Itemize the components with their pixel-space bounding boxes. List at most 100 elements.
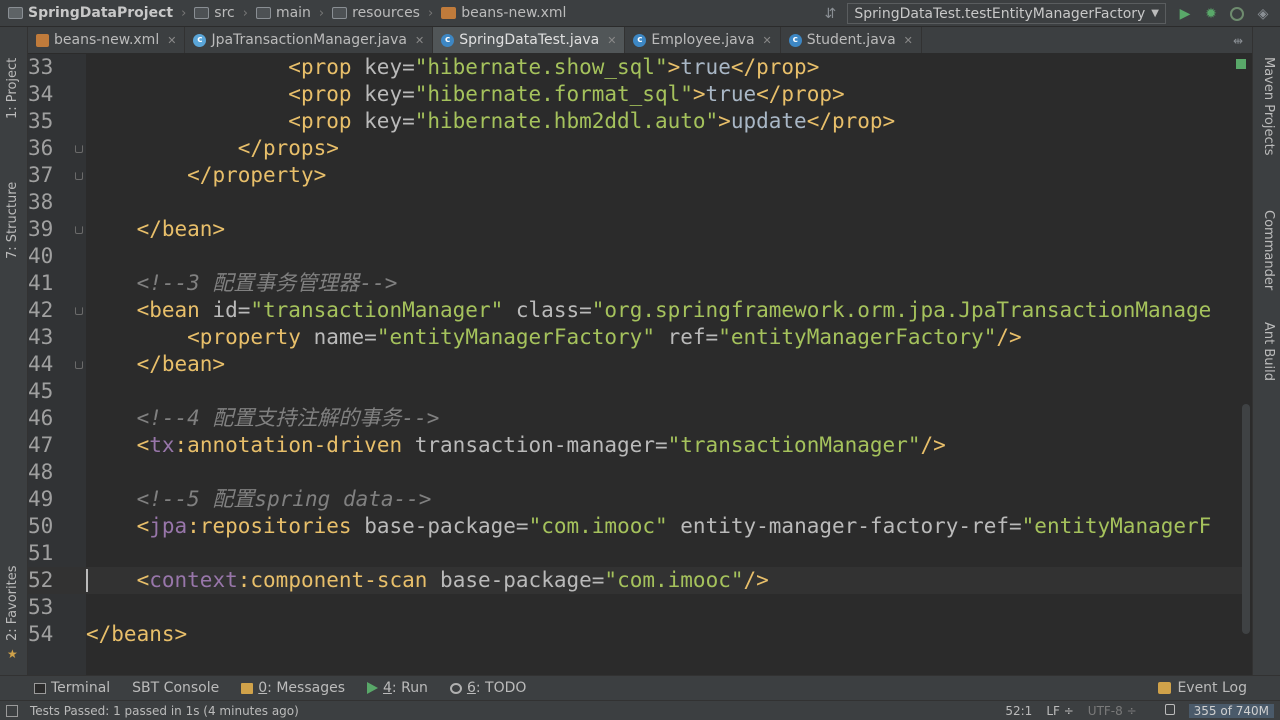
breadcrumb-main[interactable]: main › [248, 5, 324, 21]
code-line[interactable]: 49 <!--5 配置spring data--> [28, 486, 1242, 513]
code-token: base-package= [440, 568, 605, 592]
close-icon[interactable]: ✕ [904, 34, 913, 47]
encoding-select[interactable]: UTF-8 ÷ [1088, 704, 1137, 718]
breadcrumb-resources[interactable]: resources › [324, 5, 433, 21]
run-tool-button[interactable]: 4: Run [367, 680, 428, 696]
tab-jpa-transaction-manager[interactable]: c JpaTransactionManager.java ✕ [185, 27, 434, 53]
line-number: 44 [28, 352, 54, 376]
tool-windows-toggle-icon[interactable] [6, 704, 18, 717]
fold-marker-icon[interactable] [75, 361, 83, 369]
todo-icon [449, 682, 462, 694]
code-line[interactable]: 51 [28, 540, 1242, 567]
tab-student[interactable]: c Student.java ✕ [781, 27, 922, 53]
favorites-tool-button[interactable]: 2: Favorites [5, 565, 20, 641]
java-class-icon: c [441, 33, 455, 47]
fold-marker-icon[interactable] [75, 172, 83, 180]
build-icon[interactable]: ⇵ [821, 5, 839, 23]
code-line[interactable]: 38 [28, 189, 1242, 216]
todo-label: : TODO [475, 680, 527, 696]
code-token: > [692, 82, 706, 106]
line-number: 40 [28, 244, 54, 268]
structure-tool-button[interactable]: 7: Structure [5, 182, 20, 259]
code-line[interactable]: 43 <property name="entityManagerFactory"… [28, 324, 1242, 351]
code-line[interactable]: 46 <!--4 配置支持注解的事务--> [28, 405, 1242, 432]
code-line[interactable]: 39 </bean> [28, 216, 1242, 243]
code-line[interactable]: 45 [28, 378, 1242, 405]
run-configuration-select[interactable]: SpringDataTest.testEntityManagerFactory … [847, 3, 1166, 24]
commander-tool-button[interactable]: Commander [1261, 210, 1276, 290]
ant-build-tool-button[interactable]: Ant Build [1261, 322, 1276, 381]
editor-tabs: beans-new.xml ✕ c JpaTransactionManager.… [28, 27, 1252, 54]
code-line[interactable]: 33 <prop key="hibernate.show_sql">true</… [28, 54, 1242, 81]
event-log-tool-button[interactable]: Event Log [1158, 680, 1247, 696]
terminal-icon [34, 682, 46, 694]
code-token: :annotation-driven [174, 433, 415, 457]
code-line[interactable]: 53 [28, 594, 1242, 621]
editor-scrollbar[interactable] [1242, 404, 1250, 634]
memory-indicator[interactable]: 355 of 740M [1188, 704, 1274, 718]
code-line[interactable]: 41 <!--3 配置事务管理器--> [28, 270, 1242, 297]
debug-icon[interactable]: ✹ [1202, 5, 1220, 23]
code-line[interactable]: 37 </property> [28, 162, 1242, 189]
tab-springdatatest[interactable]: c SpringDataTest.java ✕ [433, 27, 626, 53]
lock-icon[interactable] [1151, 704, 1175, 718]
code-line[interactable]: 40 [28, 243, 1242, 270]
messages-tool-button[interactable]: 0: Messages [241, 680, 345, 696]
fold-marker-icon[interactable] [75, 307, 83, 315]
code-line[interactable]: 48 [28, 459, 1242, 486]
breadcrumb-file[interactable]: beans-new.xml [433, 5, 566, 21]
messages-icon [241, 682, 254, 694]
line-number: 54 [28, 622, 54, 646]
close-icon[interactable]: ✕ [167, 34, 176, 47]
status-message[interactable]: Tests Passed: 1 passed in 1s (4 minutes … [30, 704, 299, 718]
breadcrumb-project[interactable]: SpringDataProject › [0, 5, 186, 21]
code-token: "entityManagerFactory" [718, 325, 997, 349]
todo-tool-button[interactable]: 6: TODO [449, 680, 527, 696]
code-text: <property name="entityManagerFactory" re… [86, 324, 1021, 351]
code-line[interactable]: 52 <context:component-scan base-package=… [28, 567, 1242, 594]
code-line[interactable]: 50 <jpa:repositories base-package="com.i… [28, 513, 1242, 540]
split-tabs-icon[interactable]: ⇹ [1224, 27, 1252, 54]
code-line[interactable]: 44 </bean> [28, 351, 1242, 378]
code-token: id= [212, 298, 251, 322]
sbt-console-tool-button[interactable]: SBT Console [132, 680, 219, 696]
tab-beans-new-xml[interactable]: beans-new.xml ✕ [28, 27, 186, 53]
coverage-icon[interactable] [1228, 5, 1246, 23]
code-line[interactable]: 54 </beans> [28, 621, 1242, 648]
code-editor[interactable]: 33 <prop key="hibernate.show_sql">true</… [28, 54, 1252, 675]
code-line[interactable]: 35 <prop key="hibernate.hbm2ddl.auto">up… [28, 108, 1242, 135]
code-line[interactable]: 42 <bean id="transactionManager" class="… [28, 297, 1242, 324]
folder-icon [255, 7, 271, 19]
terminal-tool-button[interactable]: Terminal [34, 680, 110, 696]
fold-marker-icon[interactable] [75, 226, 83, 234]
code-text: </bean> [86, 351, 226, 378]
line-number: 51 [28, 541, 54, 565]
line-separator-select[interactable]: LF ÷ [1046, 704, 1073, 718]
line-number: 45 [28, 379, 54, 403]
code-line[interactable]: 36 </props> [28, 135, 1242, 162]
project-tool-button[interactable]: 1: Project [5, 58, 20, 119]
caret-position[interactable]: 52:1 [1005, 704, 1032, 718]
close-icon[interactable]: ✕ [607, 34, 616, 47]
code-token: context [149, 568, 238, 592]
inspection-ok-icon[interactable] [1236, 59, 1246, 69]
event-log-icon [1158, 682, 1172, 694]
tab-employee[interactable]: c Employee.java ✕ [625, 27, 781, 53]
breadcrumb-file-label: beans-new.xml [461, 5, 567, 21]
code-line[interactable]: 47 <tx:annotation-driven transaction-man… [28, 432, 1242, 459]
code-text: </property> [86, 162, 326, 189]
run-icon[interactable]: ▶ [1176, 5, 1194, 23]
breadcrumb-src[interactable]: src › [186, 5, 248, 21]
close-icon[interactable]: ✕ [763, 34, 772, 47]
code-token: /> [920, 433, 946, 457]
stop-icon[interactable]: ◈ [1254, 5, 1272, 23]
close-icon[interactable]: ✕ [415, 34, 424, 47]
code-line[interactable]: 34 <prop key="hibernate.format_sql">true… [28, 81, 1242, 108]
maven-projects-tool-button[interactable]: Maven Projects [1261, 57, 1276, 156]
fold-marker-icon[interactable] [75, 145, 83, 153]
